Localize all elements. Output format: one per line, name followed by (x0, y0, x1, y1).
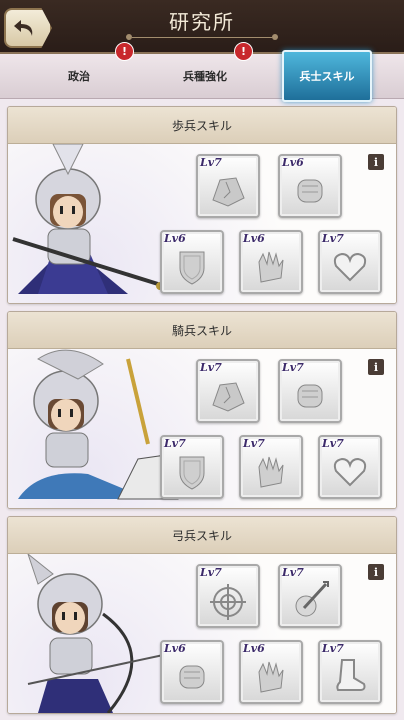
archer-character-portrait (27, 554, 169, 713)
cracked-rock-icon (212, 177, 245, 207)
header-bar: 研究所 (0, 0, 404, 54)
skill-level: Lv7 (164, 437, 186, 450)
heart-icon (333, 457, 367, 487)
skill-slot[interactable]: Lv7 (318, 230, 382, 294)
skill-level: Lv7 (282, 361, 304, 374)
skill-slot[interactable]: Lv6 (160, 230, 224, 294)
tab-unit-upgrade[interactable]: 兵種強化 ! (150, 42, 260, 98)
page-title: 研究所 (169, 10, 235, 34)
cavalry-character-portrait (18, 349, 179, 500)
cracked-rock-icon (212, 382, 245, 412)
open-hand-icon (258, 661, 284, 693)
tab-unit-upgrade-label: 兵種強化 (183, 70, 227, 83)
skill-slot[interactable]: Lv7 (196, 359, 260, 423)
skill-level: Lv7 (322, 642, 344, 655)
skill-slot[interactable]: Lv6 (160, 640, 224, 704)
crosshair-icon (210, 584, 246, 620)
tab-soldier-skills[interactable]: 兵士スキル (282, 50, 372, 102)
skill-slot[interactable]: Lv7 (196, 564, 260, 628)
skill-slot[interactable]: Lv7 (196, 154, 260, 218)
open-hand-icon (258, 251, 284, 283)
skill-panel-infantry: 歩兵スキル i Lv7 Lv6 Lv6 Lv6 Lv7 (7, 106, 397, 304)
arrow-impact-icon (295, 581, 329, 617)
title-underline-ornament (126, 34, 278, 40)
skill-slot[interactable]: Lv7 (318, 435, 382, 499)
skill-panel-archer: 弓兵スキル i Lv7 Lv7 Lv6 Lv6 Lv7 (7, 516, 397, 714)
tab-politics-label: 政治 (68, 70, 90, 83)
info-icon[interactable]: i (368, 564, 384, 580)
tab-soldier-skills-label: 兵士スキル (299, 70, 355, 83)
skill-level: Lv7 (322, 437, 344, 450)
shield-icon (179, 251, 205, 285)
skill-slot[interactable]: Lv7 (318, 640, 382, 704)
shield-icon (179, 456, 205, 490)
boot-icon (336, 659, 366, 691)
panel-title: 歩兵スキル (8, 107, 396, 144)
tab-politics[interactable]: 政治 ! (30, 42, 134, 98)
fist-icon (297, 384, 323, 408)
info-icon[interactable]: i (368, 154, 384, 170)
heart-icon (333, 252, 367, 282)
open-hand-icon (258, 456, 284, 488)
skill-panel-cavalry: 騎兵スキル i Lv7 Lv7 Lv7 Lv7 Lv7 (7, 311, 397, 509)
skill-slot[interactable]: Lv7 (160, 435, 224, 499)
skill-level: Lv7 (322, 232, 344, 245)
panel-body: i Lv7 Lv6 Lv6 Lv6 Lv7 (8, 144, 396, 303)
notification-badge: ! (115, 42, 134, 61)
skill-level: Lv7 (243, 437, 265, 450)
infantry-character-portrait (12, 144, 164, 294)
info-icon[interactable]: i (368, 359, 384, 375)
skill-slot[interactable]: Lv7 (278, 564, 342, 628)
skill-level: Lv7 (200, 566, 222, 579)
skill-level: Lv6 (243, 642, 265, 655)
skill-slot[interactable]: Lv7 (278, 359, 342, 423)
tab-bar: 政治 ! 兵種強化 ! 兵士スキル (0, 42, 404, 102)
panel-body: i Lv7 Lv7 Lv6 Lv6 Lv7 (8, 554, 396, 713)
skill-slot[interactable]: Lv7 (239, 435, 303, 499)
skill-level: Lv7 (200, 156, 222, 169)
skill-slot[interactable]: Lv6 (239, 640, 303, 704)
skill-level: Lv6 (282, 156, 304, 169)
fist-icon (179, 665, 205, 689)
fist-icon (297, 179, 323, 203)
skill-level: Lv6 (164, 232, 186, 245)
skill-level: Lv7 (200, 361, 222, 374)
skill-level: Lv6 (164, 642, 186, 655)
panel-title: 騎兵スキル (8, 312, 396, 349)
panel-body: i Lv7 Lv7 Lv7 Lv7 Lv7 (8, 349, 396, 508)
notification-badge: ! (234, 42, 253, 61)
skill-slot[interactable]: Lv6 (278, 154, 342, 218)
skill-slot[interactable]: Lv6 (239, 230, 303, 294)
skill-level: Lv6 (243, 232, 265, 245)
panel-title: 弓兵スキル (8, 517, 396, 554)
skill-level: Lv7 (282, 566, 304, 579)
